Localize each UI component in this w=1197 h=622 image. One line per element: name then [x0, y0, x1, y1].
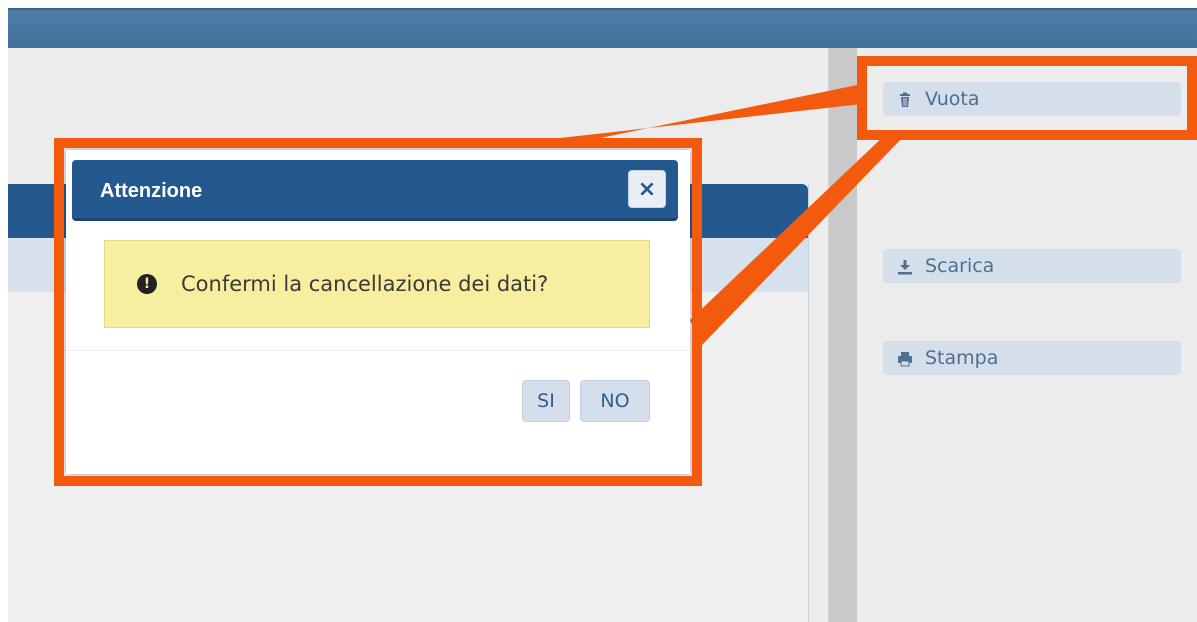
dialog-highlight-box	[54, 138, 702, 486]
vuota-highlight-box	[857, 56, 1197, 140]
